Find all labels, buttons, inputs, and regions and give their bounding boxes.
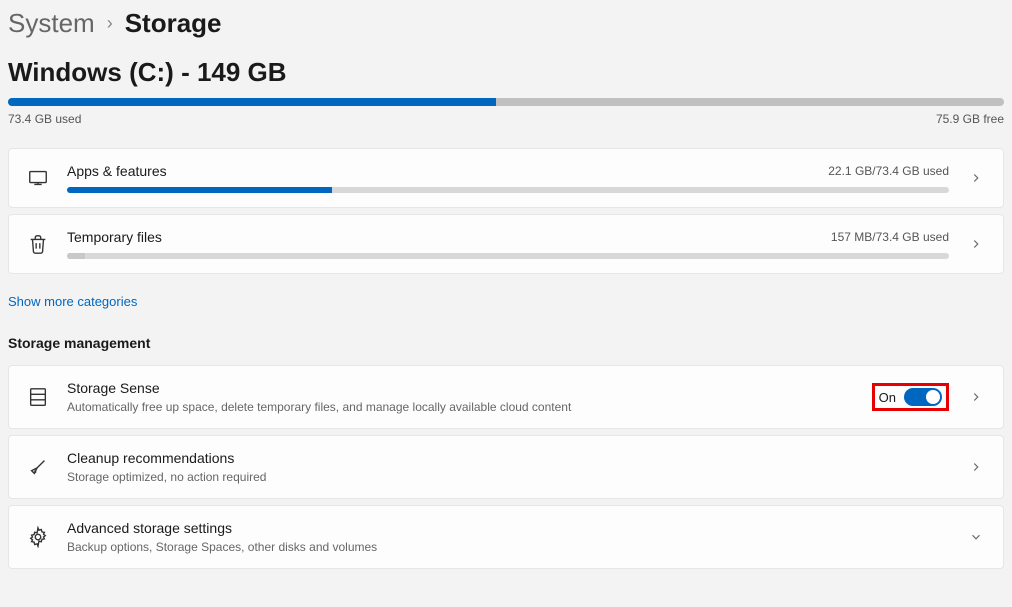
category-usage: 157 MB/73.4 GB used (831, 230, 949, 244)
setting-desc: Storage optimized, no action required (67, 470, 949, 484)
storage-sense-toggle[interactable] (904, 388, 942, 406)
drive-usage-fill (8, 98, 496, 106)
storage-icon (27, 386, 49, 408)
setting-storage-sense[interactable]: Storage Sense Automatically free up spac… (8, 365, 1004, 429)
category-bar (67, 187, 949, 193)
section-storage-management: Storage management (8, 335, 1004, 351)
category-temporary-files[interactable]: Temporary files 157 MB/73.4 GB used (8, 214, 1004, 274)
category-bar-fill (67, 253, 85, 259)
category-title: Temporary files (67, 229, 819, 245)
chevron-down-icon (967, 530, 985, 544)
setting-advanced-storage[interactable]: Advanced storage settings Backup options… (8, 505, 1004, 569)
chevron-right-icon (967, 460, 985, 474)
breadcrumb-current: Storage (125, 8, 222, 39)
setting-title: Storage Sense (67, 380, 854, 396)
drive-used-text: 73.4 GB used (8, 112, 81, 126)
show-more-categories-link[interactable]: Show more categories (8, 294, 137, 309)
chevron-right-icon: › (107, 13, 113, 34)
trash-icon (27, 233, 49, 255)
broom-icon (27, 456, 49, 478)
setting-desc: Automatically free up space, delete temp… (67, 400, 854, 414)
drive-title: Windows (C:) - 149 GB (8, 57, 1004, 88)
category-usage: 22.1 GB/73.4 GB used (828, 164, 949, 178)
chevron-right-icon (967, 171, 985, 185)
storage-sense-toggle-highlight: On (872, 383, 949, 411)
setting-desc: Backup options, Storage Spaces, other di… (67, 540, 949, 554)
chevron-right-icon (967, 390, 985, 404)
drive-free-text: 75.9 GB free (936, 112, 1004, 126)
toggle-label: On (879, 390, 896, 405)
drive-usage-bar (8, 98, 1004, 106)
apps-icon (27, 167, 49, 189)
category-apps-features[interactable]: Apps & features 22.1 GB/73.4 GB used (8, 148, 1004, 208)
setting-title: Cleanup recommendations (67, 450, 949, 466)
setting-cleanup-recommendations[interactable]: Cleanup recommendations Storage optimize… (8, 435, 1004, 499)
category-bar (67, 253, 949, 259)
breadcrumb: System › Storage (8, 8, 1004, 39)
chevron-right-icon (967, 237, 985, 251)
toggle-knob (926, 390, 940, 404)
breadcrumb-parent[interactable]: System (8, 8, 95, 39)
category-bar-fill (67, 187, 332, 193)
setting-title: Advanced storage settings (67, 520, 949, 536)
category-title: Apps & features (67, 163, 816, 179)
gear-icon (27, 526, 49, 548)
